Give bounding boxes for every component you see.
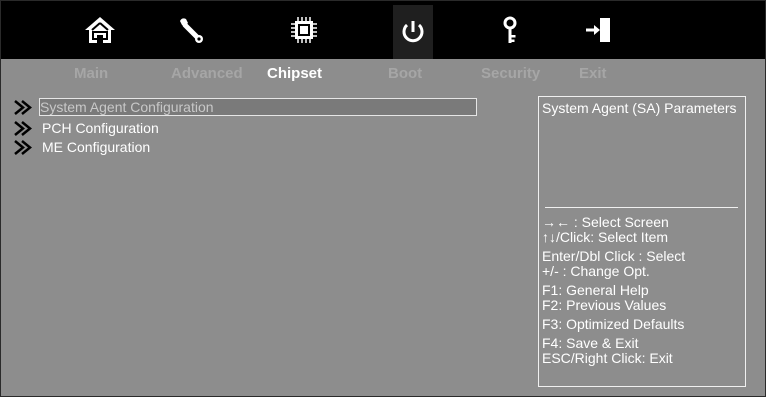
key-legend-line: Enter/Dbl Click : Select <box>542 248 686 264</box>
main-home-button[interactable] <box>77 7 123 53</box>
tab-security[interactable]: Security <box>481 65 540 82</box>
menu-item-me[interactable]: ME Configuration <box>13 139 150 156</box>
key-legend-line: F3: Optimized Defaults <box>542 316 685 332</box>
chip-icon <box>291 17 317 43</box>
chipset-chip-button[interactable] <box>281 7 327 53</box>
key-legend-line: →← : Select Screen <box>542 214 669 230</box>
submenu-chevron-icon <box>14 121 32 136</box>
tab-exit[interactable]: Exit <box>579 65 607 82</box>
menu-item-label: PCH Configuration <box>42 120 159 136</box>
help-divider <box>545 207 738 208</box>
help-panel: System Agent (SA) Parameters →← : Select… <box>538 96 746 387</box>
key-legend-line: ESC/Right Click: Exit <box>542 350 673 366</box>
bios-window: Main Advanced Chipset Boot Security Exit… <box>0 0 766 397</box>
boot-power-button[interactable] <box>393 5 433 59</box>
menu-item-label: ME Configuration <box>42 139 151 155</box>
key-legend-line: F4: Save & Exit <box>542 335 639 351</box>
tab-chipset[interactable]: Chipset <box>267 65 322 82</box>
key-legend-line: F2: Previous Values <box>542 297 667 313</box>
advanced-wrench-button[interactable] <box>168 7 214 53</box>
exit-door-button[interactable] <box>575 7 621 53</box>
key-legend-line: +/- : Change Opt. <box>542 263 650 279</box>
menu-item-pch[interactable]: PCH Configuration <box>13 120 159 137</box>
menu-item-label: System Agent Configuration <box>40 99 214 115</box>
key-legend: →← : Select Screen ↑↓/Click: Select Item… <box>542 215 746 366</box>
top-icon-bar <box>1 1 765 59</box>
tab-bar: Main Advanced Chipset Boot Security Exit <box>1 59 765 89</box>
menu-item-system-agent[interactable]: System Agent Configuration <box>13 99 214 116</box>
security-key-button[interactable] <box>487 7 533 53</box>
tab-advanced[interactable]: Advanced <box>171 65 243 82</box>
key-legend-line: ↑↓/Click: Select Item <box>542 229 669 245</box>
help-description: System Agent (SA) Parameters <box>542 100 737 116</box>
power-icon <box>402 21 424 43</box>
submenu-chevron-icon <box>14 140 32 155</box>
key-legend-line: F1: General Help <box>542 282 649 298</box>
wrench-icon <box>180 18 203 43</box>
exit-door-icon <box>586 18 610 42</box>
home-icon <box>85 17 115 43</box>
tab-main[interactable]: Main <box>74 65 108 82</box>
key-icon <box>503 16 517 43</box>
tab-boot[interactable]: Boot <box>388 65 422 82</box>
submenu-chevron-icon <box>14 100 32 115</box>
